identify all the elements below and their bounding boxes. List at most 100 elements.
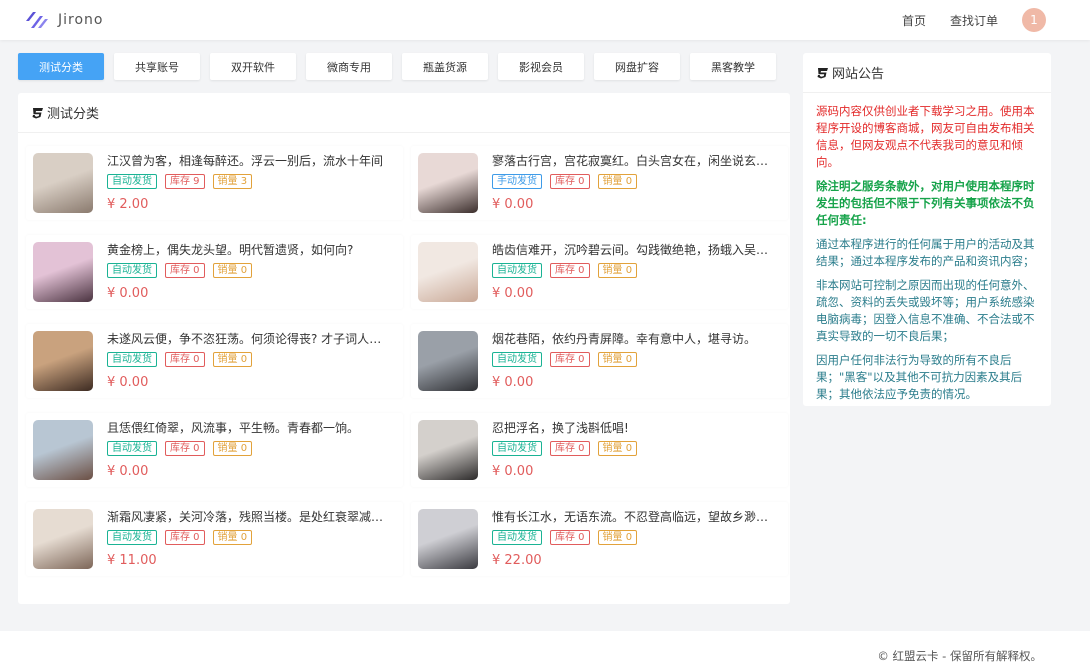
delivery-badge: 自动发货 bbox=[492, 530, 542, 545]
delivery-badge: 自动发货 bbox=[107, 174, 157, 189]
product-price: ¥ 11.00 bbox=[107, 553, 157, 568]
product-thumbnail[interactable] bbox=[33, 153, 93, 213]
product-item[interactable]: 忍把浮名，换了浅斟低唱! 自动发货 库存 0 销量 0 ¥ 0.00 bbox=[411, 413, 788, 487]
tab-wechat-business[interactable]: 微商专用 bbox=[306, 53, 392, 80]
announcement-card: 网站公告 源码内容仅供创业者下载学习之用。使用本程序开设的博客商城，网友可自由发… bbox=[803, 53, 1051, 406]
product-item[interactable]: 寥落古行宫，宫花寂寞红。白头宫女在，闲坐说玄宗。 手动发货 库存 0 销量 0 ¥ 0.… bbox=[411, 146, 788, 220]
product-title[interactable]: 黄金榜上，偶失龙头望。明代暂遗贤，如何向? bbox=[107, 242, 389, 258]
product-thumbnail[interactable] bbox=[418, 153, 478, 213]
product-price: ¥ 0.00 bbox=[492, 464, 534, 479]
stock-badge: 库存 0 bbox=[165, 263, 205, 278]
sales-badge: 销量 3 bbox=[212, 174, 253, 189]
tab-shared-accounts[interactable]: 共享账号 bbox=[114, 53, 200, 80]
tab-test-category[interactable]: 测试分类 bbox=[18, 53, 104, 80]
product-grid: 江汉曾为客，相逢每醉还。浮云一别后，流水十年间 自动发货 库存 9 销量 3 ¥ 2.0… bbox=[26, 146, 788, 576]
product-title[interactable]: 寥落古行宫，宫花寂寞红。白头宫女在，闲坐说玄宗。 bbox=[492, 153, 774, 169]
stock-badge: 库存 0 bbox=[165, 352, 205, 367]
logo-icon bbox=[26, 12, 48, 28]
product-thumbnail[interactable] bbox=[33, 242, 93, 302]
footer: © 红盟云卡 - 保留所有解释权。 bbox=[0, 631, 1090, 669]
product-badges: 自动发货 库存 0 销量 0 bbox=[107, 530, 396, 545]
product-thumbnail[interactable] bbox=[418, 509, 478, 569]
product-thumbnail[interactable] bbox=[33, 420, 93, 480]
product-price: ¥ 22.00 bbox=[492, 553, 542, 568]
announcement-title: 网站公告 bbox=[832, 67, 885, 82]
tab-hacker-tutorials[interactable]: 黑客教学 bbox=[690, 53, 776, 80]
tab-bottle-cap-supply[interactable]: 瓶盖货源 bbox=[402, 53, 488, 80]
sales-badge: 销量 0 bbox=[597, 441, 638, 456]
product-item[interactable]: 且恁偎红倚翠，风流事，平生畅。青春都一饷。 自动发货 库存 0 销量 0 ¥ 0.00 bbox=[26, 413, 403, 487]
category-header: 测试分类 bbox=[18, 93, 790, 133]
tab-cloud-storage[interactable]: 网盘扩容 bbox=[594, 53, 680, 80]
product-info: 寥落古行宫，宫花寂寞红。白头宫女在，闲坐说玄宗。 手动发货 库存 0 销量 0 ¥ 0.… bbox=[492, 153, 781, 213]
nav-find-order[interactable]: 查找订单 bbox=[950, 12, 998, 29]
product-badges: 自动发货 库存 9 销量 3 bbox=[107, 174, 396, 189]
product-title[interactable]: 烟花巷陌，依约丹青屏障。幸有意中人，堪寻访。 bbox=[492, 331, 774, 347]
product-info: 江汉曾为客，相逢每醉还。浮云一别后，流水十年间 自动发货 库存 9 销量 3 ¥ 2.0… bbox=[107, 153, 396, 213]
stock-badge: 库存 0 bbox=[165, 530, 205, 545]
notice-paragraph-2: 除注明之服务条款外，对用户使用本程序时发生的包括但不限于下列有关事项依法不负任何… bbox=[816, 179, 1035, 227]
top-nav: 首页 查找订单 1 bbox=[902, 0, 1046, 40]
tab-video-membership[interactable]: 影视会员 bbox=[498, 53, 584, 80]
product-info: 烟花巷陌，依约丹青屏障。幸有意中人，堪寻访。 自动发货 库存 0 销量 0 ¥ 0.00 bbox=[492, 331, 781, 391]
product-price: ¥ 0.00 bbox=[492, 197, 534, 212]
product-price: ¥ 0.00 bbox=[492, 375, 534, 390]
product-info: 渐霜风凄紧，关河冷落，残照当楼。是处红衰翠减，苒苒物华休。自动发货库存 0 销量 … bbox=[107, 509, 396, 569]
product-thumbnail[interactable] bbox=[33, 331, 93, 391]
category-tabs: 测试分类 共享账号 双开软件 微商专用 瓶盖货源 影视会员 网盘扩容 黑客教学 bbox=[18, 53, 786, 80]
product-item[interactable]: 江汉曾为客，相逢每醉还。浮云一别后，流水十年间 自动发货 库存 9 销量 3 ¥ 2.0… bbox=[26, 146, 403, 220]
delivery-badge: 自动发货 bbox=[107, 441, 157, 456]
stock-badge: 库存 0 bbox=[550, 263, 590, 278]
notice-paragraph-4: 非本网站可控制之原因而出现的任何意外、疏忽、资料的丢失或毁坏等；用户系统感染电脑… bbox=[816, 278, 1035, 343]
product-item[interactable]: 渐霜风凄紧，关河冷落，残照当楼。是处红衰翠减，苒苒物华休。自动发货库存 0 销量 … bbox=[26, 502, 403, 576]
avatar[interactable]: 1 bbox=[1022, 8, 1046, 32]
product-item[interactable]: 黄金榜上，偶失龙头望。明代暂遗贤，如何向? 自动发货 库存 0 销量 0 ¥ 0.00 bbox=[26, 235, 403, 309]
product-thumbnail[interactable] bbox=[418, 242, 478, 302]
product-thumbnail[interactable] bbox=[418, 331, 478, 391]
product-title[interactable]: 且恁偎红倚翠，风流事，平生畅。青春都一饷。 bbox=[107, 420, 389, 436]
product-badges: 自动发货 库存 0 销量 0 bbox=[107, 441, 396, 456]
product-title[interactable]: 皓齿信难开，沉吟碧云间。勾践徵绝艳，扬蛾入吴关。 bbox=[492, 242, 774, 258]
css3-icon bbox=[32, 107, 43, 118]
product-badges: 自动发货 库存 0 销量 0 bbox=[492, 352, 781, 367]
product-item[interactable]: 未遂风云便，争不恣狂荡。何须论得丧? 才子词人，自是白衣卿相。自动发货库存 0 销… bbox=[26, 324, 403, 398]
delivery-badge: 自动发货 bbox=[107, 530, 157, 545]
product-price: ¥ 0.00 bbox=[107, 464, 149, 479]
copyright-text: © 红盟云卡 - 保留所有解释权。 bbox=[877, 649, 1042, 663]
tab-dual-open-software[interactable]: 双开软件 bbox=[210, 53, 296, 80]
product-info: 皓齿信难开，沉吟碧云间。勾践徵绝艳，扬蛾入吴关。 自动发货 库存 0 销量 0 ¥ 0.… bbox=[492, 242, 781, 302]
stock-badge: 库存 9 bbox=[165, 174, 205, 189]
notice-paragraph-5: 因用户任何非法行为导致的所有不良后果；"黑客"以及其他不可抗力因素及其后果；其他… bbox=[816, 353, 1023, 401]
logo-text: Jirono bbox=[58, 12, 104, 28]
logo[interactable]: Jirono bbox=[24, 6, 103, 34]
product-title[interactable]: 江汉曾为客，相逢每醉还。浮云一别后，流水十年间 bbox=[107, 153, 389, 169]
product-thumbnail[interactable] bbox=[33, 509, 93, 569]
product-badges: 自动发货 库存 0 销量 0 bbox=[107, 352, 396, 367]
product-badges: 手动发货 库存 0 销量 0 bbox=[492, 174, 781, 189]
notice-paragraph-3: 通过本程序进行的任何属于用户的活动及其结果；通过本程序发布的产品和资讯内容； bbox=[816, 237, 1035, 268]
product-title[interactable]: 未遂风云便，争不恣狂荡。何须论得丧? 才子词人，自是白衣卿相。 bbox=[107, 331, 389, 347]
announcement-header: 网站公告 bbox=[803, 53, 1051, 93]
product-item[interactable]: 烟花巷陌，依约丹青屏障。幸有意中人，堪寻访。 自动发货 库存 0 销量 0 ¥ 0.00 bbox=[411, 324, 788, 398]
delivery-badge: 自动发货 bbox=[107, 263, 157, 278]
product-price: ¥ 2.00 bbox=[107, 197, 149, 212]
product-price: ¥ 0.00 bbox=[107, 375, 149, 390]
product-item[interactable]: 惟有长江水，无语东流。不忍登高临远，望故乡渺邈，归思难收。自动发货库存 0 销量 … bbox=[411, 502, 788, 576]
delivery-badge: 自动发货 bbox=[492, 441, 542, 456]
product-title[interactable]: 忍把浮名，换了浅斟低唱! bbox=[492, 420, 774, 436]
product-info: 且恁偎红倚翠，风流事，平生畅。青春都一饷。 自动发货 库存 0 销量 0 ¥ 0.00 bbox=[107, 420, 396, 480]
product-title[interactable]: 惟有长江水，无语东流。不忍登高临远，望故乡渺邈，归思难收。 bbox=[492, 509, 774, 525]
top-bar: Jirono 首页 查找订单 1 bbox=[0, 0, 1090, 40]
stock-badge: 库存 0 bbox=[550, 174, 590, 189]
sales-badge: 销量 0 bbox=[597, 263, 638, 278]
delivery-badge: 自动发货 bbox=[492, 352, 542, 367]
stock-badge: 库存 0 bbox=[165, 441, 205, 456]
product-item[interactable]: 皓齿信难开，沉吟碧云间。勾践徵绝艳，扬蛾入吴关。 自动发货 库存 0 销量 0 ¥ 0.… bbox=[411, 235, 788, 309]
product-info: 忍把浮名，换了浅斟低唱! 自动发货 库存 0 销量 0 ¥ 0.00 bbox=[492, 420, 781, 480]
stock-badge: 库存 0 bbox=[550, 530, 590, 545]
stock-badge: 库存 0 bbox=[550, 352, 590, 367]
product-thumbnail[interactable] bbox=[418, 420, 478, 480]
nav-home[interactable]: 首页 bbox=[902, 12, 926, 29]
product-price: ¥ 0.00 bbox=[107, 286, 149, 301]
product-title[interactable]: 渐霜风凄紧，关河冷落，残照当楼。是处红衰翠减，苒苒物华休。 bbox=[107, 509, 389, 525]
